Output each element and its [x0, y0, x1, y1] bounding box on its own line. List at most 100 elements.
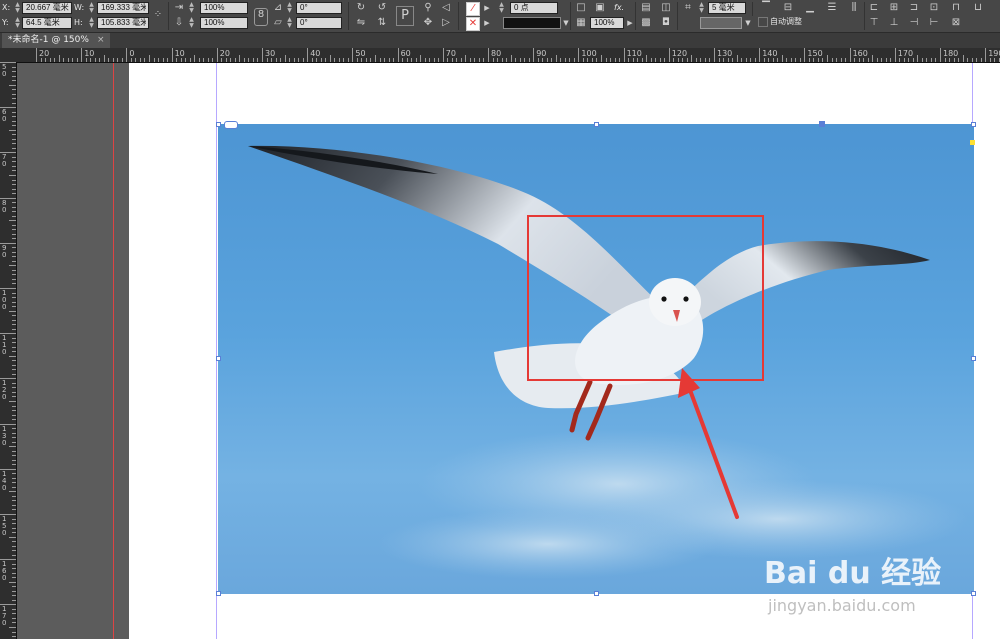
frame-fitting-select[interactable] — [700, 17, 742, 29]
ruler-minor-tick — [12, 410, 16, 412]
fit-frame-icon[interactable]: ▩ — [640, 17, 652, 29]
ruler-minor-tick — [831, 58, 833, 62]
distribute-left-icon[interactable]: ⊓ — [950, 2, 962, 14]
flip-horizontal-icon[interactable]: ⇋ — [355, 17, 367, 29]
ruler-minor-tick — [221, 58, 223, 62]
h-ruler-label: 30 — [265, 49, 276, 58]
resize-handle-top-right[interactable] — [971, 122, 976, 127]
resize-handle-bottom[interactable] — [594, 591, 599, 596]
y-field[interactable] — [22, 17, 72, 29]
content-grabber[interactable] — [819, 121, 825, 127]
ruler-minor-tick — [655, 58, 657, 62]
align-vcenter-icon[interactable]: ⊟ — [782, 2, 794, 14]
flip-vertical-icon[interactable]: ⇅ — [376, 17, 388, 29]
resize-handle-left[interactable] — [216, 356, 221, 361]
stroke-menu-arrow-icon[interactable]: ▶ — [481, 17, 493, 29]
x-field[interactable] — [22, 2, 72, 14]
resize-handle-right[interactable] — [971, 356, 976, 361]
align-right-icon[interactable]: ⊐ — [908, 2, 920, 14]
document-tab[interactable]: *未命名-1 @ 150% × — [2, 33, 111, 48]
vertical-ruler[interactable]: 5 0 6 0 7 0 8 0 9 0 1 0 0 1 1 0 1 2 0 1 3 0 1 4 0… — [0, 62, 17, 639]
rotate-spinner[interactable]: ▲ ▼ — [286, 2, 293, 14]
reference-point-icon[interactable]: ⁘ — [152, 9, 164, 21]
resize-handle-top-left[interactable] — [216, 122, 221, 127]
dist-space-icon[interactable]: ⊢ — [928, 17, 940, 29]
shear-field[interactable] — [296, 17, 342, 29]
stroke-type-select[interactable] — [503, 17, 561, 29]
dist-hspace-icon[interactable]: ⊠ — [950, 17, 962, 29]
opacity-icon: ▦ — [576, 17, 586, 28]
separator — [677, 2, 678, 30]
distribute-vertical-icon[interactable]: ☰ — [826, 2, 838, 14]
align-bottom-icon[interactable]: ▁ — [804, 2, 816, 14]
ruler-minor-tick — [9, 265, 16, 267]
ruler-minor-tick — [12, 125, 16, 127]
dist-top-icon[interactable]: ⊤ — [868, 17, 880, 29]
opacity-field[interactable] — [590, 17, 624, 29]
scale-x-spinner[interactable]: ▲ ▼ — [188, 2, 195, 14]
select-content-icon[interactable]: ✥ — [422, 17, 434, 29]
gap-spinner[interactable]: ▲ ▼ — [698, 2, 705, 14]
gap-field[interactable] — [708, 2, 746, 14]
resize-handle-bottom-left[interactable] — [216, 591, 221, 596]
stroke-weight-spinner[interactable]: ▲ ▼ — [498, 2, 505, 14]
separator — [864, 2, 865, 30]
frame-fitting-arrow-icon[interactable]: ▼ — [742, 17, 754, 29]
constrain-proportions-icon[interactable]: 8 — [254, 8, 268, 26]
shadow-icon[interactable]: ▣ — [594, 2, 606, 14]
wrap-bounding-icon[interactable]: ◫ — [660, 2, 672, 14]
rotate-cw-icon[interactable]: ↻ — [355, 2, 367, 14]
resize-handle-bottom-right[interactable] — [971, 591, 976, 596]
corner-options-handle[interactable] — [970, 140, 975, 145]
select-next-icon[interactable]: ▷ — [440, 17, 452, 29]
align-left-icon[interactable]: ⊏ — [868, 2, 880, 14]
scale-y-field[interactable] — [200, 17, 248, 29]
h-spinner[interactable]: ▲ ▼ — [88, 17, 95, 29]
link-icon[interactable] — [224, 121, 238, 129]
rotate-ccw-icon[interactable]: ↺ — [376, 2, 388, 14]
align-hcenter-icon[interactable]: ⊞ — [888, 2, 900, 14]
stroke-weight-field[interactable] — [510, 2, 558, 14]
fill-menu-arrow-icon[interactable]: ▶ — [481, 2, 493, 14]
ruler-major-tick — [262, 48, 263, 62]
distribute-horizontal-icon[interactable]: ⫼ — [848, 2, 860, 14]
ruler-origin[interactable] — [0, 48, 17, 63]
align-top-icon[interactable]: ▔ — [760, 2, 772, 14]
ruler-minor-tick — [12, 631, 16, 633]
ruler-minor-tick — [632, 58, 634, 62]
shear-spinner[interactable]: ▲ ▼ — [286, 17, 293, 29]
effects-fx-icon[interactable]: fx. — [614, 2, 624, 14]
dist-bottom-icon[interactable]: ⊣ — [908, 17, 920, 29]
stroke-swatch-icon[interactable]: ✕ — [466, 17, 480, 31]
scale-y-spinner[interactable]: ▲ ▼ — [188, 17, 195, 29]
text-wrap-icon[interactable]: ▤ — [640, 2, 652, 14]
h-ruler-label: 20 — [39, 49, 50, 58]
select-container-icon[interactable]: ⚲ — [422, 2, 434, 14]
w-spinner[interactable]: ▲ ▼ — [88, 2, 95, 14]
ruler-minor-tick — [695, 58, 697, 62]
ruler-minor-tick — [12, 391, 16, 393]
drop-shadow-icon[interactable]: □ — [575, 2, 587, 14]
y-spinner[interactable]: ▲ ▼ — [14, 17, 21, 29]
scale-x-field[interactable] — [200, 2, 248, 14]
p-icon[interactable]: P — [396, 6, 414, 26]
ruler-minor-tick — [12, 283, 16, 285]
auto-fit-checkbox[interactable] — [758, 17, 768, 27]
dist-center-icon[interactable]: ⊥ — [888, 17, 900, 29]
ruler-major-tick — [81, 48, 83, 62]
horizontal-ruler[interactable]: 20 10 0 10 20 30 40 50 60 70 80 90 100 110 120 130 140 15… — [16, 48, 1000, 63]
fill-swatch-icon[interactable]: ⁄ — [466, 2, 480, 16]
distribute-right-icon[interactable]: ⊔ — [972, 2, 984, 14]
w-field[interactable] — [97, 2, 149, 14]
align-to-selection-icon[interactable]: ⊡ — [928, 2, 940, 14]
ruler-minor-tick — [402, 58, 404, 62]
select-previous-icon[interactable]: ◁ — [440, 2, 452, 14]
fit-content-icon[interactable]: ◘ — [660, 17, 672, 29]
ruler-minor-tick — [596, 58, 598, 62]
rotate-field[interactable] — [296, 2, 342, 14]
tab-close-icon[interactable]: × — [97, 35, 105, 45]
x-spinner[interactable]: ▲ ▼ — [14, 2, 21, 14]
ruler-minor-tick — [108, 58, 110, 62]
resize-handle-top[interactable] — [594, 122, 599, 127]
h-field[interactable] — [97, 17, 149, 29]
